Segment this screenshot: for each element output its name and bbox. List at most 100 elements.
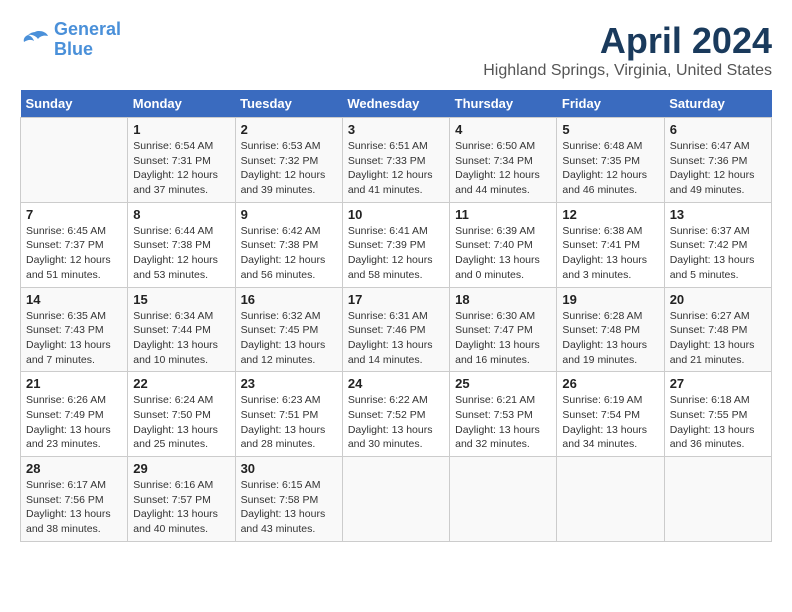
- calendar-cell: 12 Sunrise: 6:38 AM Sunset: 7:41 PM Dayli…: [557, 202, 664, 287]
- calendar-cell: 7 Sunrise: 6:45 AM Sunset: 7:37 PM Daylig…: [21, 202, 128, 287]
- calendar-week-row: 14Sunrise: 6:35 AM Sunset: 7:43 PM Dayli…: [21, 287, 772, 372]
- day-info: Sunrise: 6:18 AM Sunset: 7:55 PM Dayligh…: [670, 393, 766, 452]
- day-info: Sunrise: 6:22 AM Sunset: 7:52 PM Dayligh…: [348, 393, 444, 452]
- day-info: Sunrise: 6:45 AM Sunset: 7:37 PM Dayligh…: [26, 224, 122, 283]
- day-info: Sunrise: 6:48 AM Sunset: 7:35 PM Dayligh…: [562, 139, 658, 198]
- day-number: 17: [348, 292, 444, 307]
- calendar-cell: 2 Sunrise: 6:53 AM Sunset: 7:32 PM Daylig…: [235, 118, 342, 203]
- calendar-week-row: 7 Sunrise: 6:45 AM Sunset: 7:37 PM Daylig…: [21, 202, 772, 287]
- day-info: Sunrise: 6:23 AM Sunset: 7:51 PM Dayligh…: [241, 393, 337, 452]
- day-number: 12: [562, 207, 658, 222]
- col-header-saturday: Saturday: [664, 90, 771, 118]
- day-number: 1: [133, 122, 229, 137]
- day-number: 29: [133, 461, 229, 476]
- calendar-cell: 6 Sunrise: 6:47 AM Sunset: 7:36 PM Daylig…: [664, 118, 771, 203]
- day-number: 3: [348, 122, 444, 137]
- day-info: Sunrise: 6:34 AM Sunset: 7:44 PM Dayligh…: [133, 309, 229, 368]
- calendar-cell: 3Sunrise: 6:51 AM Sunset: 7:33 PM Daylig…: [342, 118, 449, 203]
- title-block: April 2024 Highland Springs, Virginia, U…: [483, 20, 772, 80]
- calendar-cell: 18 Sunrise: 6:30 AM Sunset: 7:47 PM Dayli…: [450, 287, 557, 372]
- day-number: 5: [562, 122, 658, 137]
- calendar-cell: 1 Sunrise: 6:54 AM Sunset: 7:31 PM Daylig…: [128, 118, 235, 203]
- day-number: 7: [26, 207, 122, 222]
- calendar-table: SundayMondayTuesdayWednesdayThursdayFrid…: [20, 90, 772, 542]
- calendar-week-row: 21 Sunrise: 6:26 AM Sunset: 7:49 PM Dayli…: [21, 372, 772, 457]
- col-header-sunday: Sunday: [21, 90, 128, 118]
- calendar-cell: 5 Sunrise: 6:48 AM Sunset: 7:35 PM Daylig…: [557, 118, 664, 203]
- calendar-cell: 26 Sunrise: 6:19 AM Sunset: 7:54 PM Dayli…: [557, 372, 664, 457]
- day-info: Sunrise: 6:19 AM Sunset: 7:54 PM Dayligh…: [562, 393, 658, 452]
- col-header-friday: Friday: [557, 90, 664, 118]
- calendar-cell: 9 Sunrise: 6:42 AM Sunset: 7:38 PM Daylig…: [235, 202, 342, 287]
- calendar-cell: [342, 457, 449, 542]
- day-number: 30: [241, 461, 337, 476]
- calendar-cell: 19Sunrise: 6:28 AM Sunset: 7:48 PM Dayli…: [557, 287, 664, 372]
- day-info: Sunrise: 6:42 AM Sunset: 7:38 PM Dayligh…: [241, 224, 337, 283]
- day-info: Sunrise: 6:17 AM Sunset: 7:56 PM Dayligh…: [26, 478, 122, 537]
- day-number: 18: [455, 292, 551, 307]
- calendar-cell: [557, 457, 664, 542]
- calendar-cell: 17 Sunrise: 6:31 AM Sunset: 7:46 PM Dayli…: [342, 287, 449, 372]
- day-info: Sunrise: 6:39 AM Sunset: 7:40 PM Dayligh…: [455, 224, 551, 283]
- calendar-cell: 22Sunrise: 6:24 AM Sunset: 7:50 PM Dayli…: [128, 372, 235, 457]
- calendar-cell: 11 Sunrise: 6:39 AM Sunset: 7:40 PM Dayli…: [450, 202, 557, 287]
- col-header-thursday: Thursday: [450, 90, 557, 118]
- logo-text: General Blue: [54, 20, 121, 60]
- calendar-cell: 4Sunrise: 6:50 AM Sunset: 7:34 PM Daylig…: [450, 118, 557, 203]
- day-info: Sunrise: 6:53 AM Sunset: 7:32 PM Dayligh…: [241, 139, 337, 198]
- calendar-cell: 29Sunrise: 6:16 AM Sunset: 7:57 PM Dayli…: [128, 457, 235, 542]
- day-number: 20: [670, 292, 766, 307]
- day-number: 11: [455, 207, 551, 222]
- day-number: 16: [241, 292, 337, 307]
- day-info: Sunrise: 6:21 AM Sunset: 7:53 PM Dayligh…: [455, 393, 551, 452]
- calendar-cell: 15Sunrise: 6:34 AM Sunset: 7:44 PM Dayli…: [128, 287, 235, 372]
- day-info: Sunrise: 6:38 AM Sunset: 7:41 PM Dayligh…: [562, 224, 658, 283]
- day-info: Sunrise: 6:41 AM Sunset: 7:39 PM Dayligh…: [348, 224, 444, 283]
- day-info: Sunrise: 6:30 AM Sunset: 7:47 PM Dayligh…: [455, 309, 551, 368]
- day-number: 28: [26, 461, 122, 476]
- calendar-cell: 10Sunrise: 6:41 AM Sunset: 7:39 PM Dayli…: [342, 202, 449, 287]
- day-number: 2: [241, 122, 337, 137]
- day-info: Sunrise: 6:50 AM Sunset: 7:34 PM Dayligh…: [455, 139, 551, 198]
- day-number: 26: [562, 376, 658, 391]
- day-number: 22: [133, 376, 229, 391]
- day-info: Sunrise: 6:47 AM Sunset: 7:36 PM Dayligh…: [670, 139, 766, 198]
- calendar-cell: 8 Sunrise: 6:44 AM Sunset: 7:38 PM Daylig…: [128, 202, 235, 287]
- day-number: 14: [26, 292, 122, 307]
- calendar-cell: 14Sunrise: 6:35 AM Sunset: 7:43 PM Dayli…: [21, 287, 128, 372]
- day-info: Sunrise: 6:37 AM Sunset: 7:42 PM Dayligh…: [670, 224, 766, 283]
- logo: General Blue: [20, 20, 121, 60]
- day-number: 8: [133, 207, 229, 222]
- day-number: 23: [241, 376, 337, 391]
- calendar-cell: 13 Sunrise: 6:37 AM Sunset: 7:42 PM Dayli…: [664, 202, 771, 287]
- day-number: 24: [348, 376, 444, 391]
- calendar-cell: 23 Sunrise: 6:23 AM Sunset: 7:51 PM Dayli…: [235, 372, 342, 457]
- calendar-header-row: SundayMondayTuesdayWednesdayThursdayFrid…: [21, 90, 772, 118]
- calendar-subtitle: Highland Springs, Virginia, United State…: [483, 62, 772, 80]
- day-info: Sunrise: 6:54 AM Sunset: 7:31 PM Dayligh…: [133, 139, 229, 198]
- calendar-cell: 30 Sunrise: 6:15 AM Sunset: 7:58 PM Dayli…: [235, 457, 342, 542]
- day-number: 9: [241, 207, 337, 222]
- calendar-cell: [664, 457, 771, 542]
- day-number: 21: [26, 376, 122, 391]
- day-number: 25: [455, 376, 551, 391]
- day-number: 6: [670, 122, 766, 137]
- col-header-monday: Monday: [128, 90, 235, 118]
- calendar-cell: 28 Sunrise: 6:17 AM Sunset: 7:56 PM Dayli…: [21, 457, 128, 542]
- calendar-cell: 20Sunrise: 6:27 AM Sunset: 7:48 PM Dayli…: [664, 287, 771, 372]
- col-header-tuesday: Tuesday: [235, 90, 342, 118]
- day-info: Sunrise: 6:26 AM Sunset: 7:49 PM Dayligh…: [26, 393, 122, 452]
- day-info: Sunrise: 6:15 AM Sunset: 7:58 PM Dayligh…: [241, 478, 337, 537]
- day-number: 27: [670, 376, 766, 391]
- day-info: Sunrise: 6:44 AM Sunset: 7:38 PM Dayligh…: [133, 224, 229, 283]
- logo-icon: [20, 28, 50, 52]
- calendar-cell: 16Sunrise: 6:32 AM Sunset: 7:45 PM Dayli…: [235, 287, 342, 372]
- calendar-title: April 2024: [483, 20, 772, 62]
- calendar-cell: [450, 457, 557, 542]
- day-number: 19: [562, 292, 658, 307]
- calendar-cell: 21 Sunrise: 6:26 AM Sunset: 7:49 PM Dayli…: [21, 372, 128, 457]
- calendar-cell: [21, 118, 128, 203]
- calendar-week-row: 28 Sunrise: 6:17 AM Sunset: 7:56 PM Dayli…: [21, 457, 772, 542]
- day-info: Sunrise: 6:31 AM Sunset: 7:46 PM Dayligh…: [348, 309, 444, 368]
- day-number: 13: [670, 207, 766, 222]
